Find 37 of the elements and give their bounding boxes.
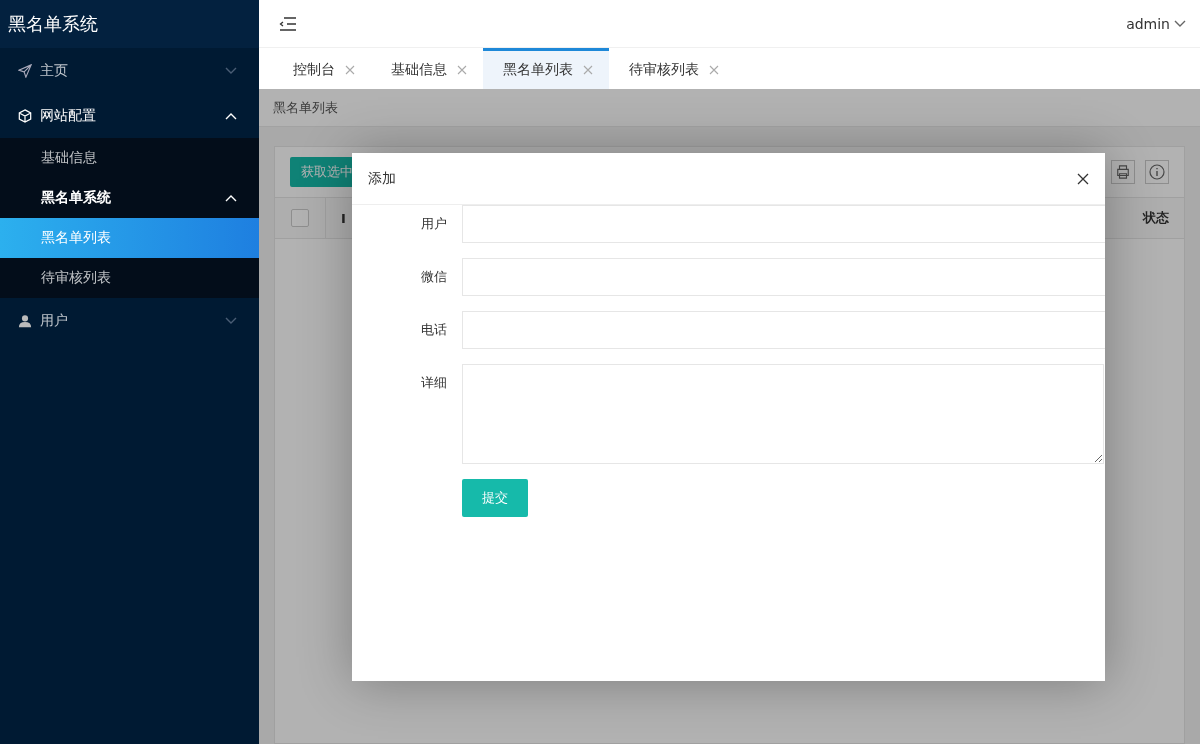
print-button[interactable] (1111, 160, 1135, 184)
cube-icon (18, 108, 32, 123)
chevron-down-icon (225, 316, 237, 325)
breadcrumb: 黑名单列表 (259, 89, 1200, 127)
user-icon (18, 313, 32, 328)
app-title: 黑名单系统 (0, 0, 259, 48)
menu-fold-icon[interactable] (279, 16, 297, 31)
text-input[interactable] (462, 258, 1105, 296)
close-icon[interactable] (457, 65, 467, 75)
field-label: 详细 (420, 374, 448, 392)
field-label: 微信 (420, 268, 448, 286)
chevron-down-icon (225, 66, 237, 75)
info-icon (1149, 164, 1165, 180)
field-label: 用户 (420, 215, 448, 233)
close-icon[interactable] (709, 65, 719, 75)
sidebar-item[interactable]: 黑名单系统 (0, 178, 259, 218)
chevron-down-icon (1174, 19, 1186, 28)
column-header: I (340, 209, 347, 228)
user-menu[interactable]: admin (1126, 15, 1186, 32)
info-button[interactable] (1145, 160, 1169, 184)
column-header: 状态 (1141, 209, 1170, 227)
sidebar-item[interactable]: 基础信息 (0, 138, 259, 178)
field-label: 电话 (420, 321, 448, 339)
detail-textarea[interactable] (462, 364, 1104, 464)
select-all-checkbox[interactable] (291, 209, 309, 227)
close-icon[interactable] (345, 65, 355, 75)
close-icon[interactable] (583, 65, 593, 75)
chevron-up-icon (225, 111, 237, 120)
tab[interactable]: 黑名单列表 (483, 48, 609, 89)
dialog-title: 添加 (368, 169, 396, 188)
close-button[interactable] (1077, 172, 1089, 185)
text-input[interactable] (462, 311, 1105, 349)
chevron-up-icon (225, 194, 237, 202)
text-input[interactable] (462, 205, 1105, 243)
printer-icon (1116, 165, 1130, 179)
send-icon (18, 63, 32, 78)
sidebar-item[interactable]: 待审核列表 (0, 258, 259, 298)
